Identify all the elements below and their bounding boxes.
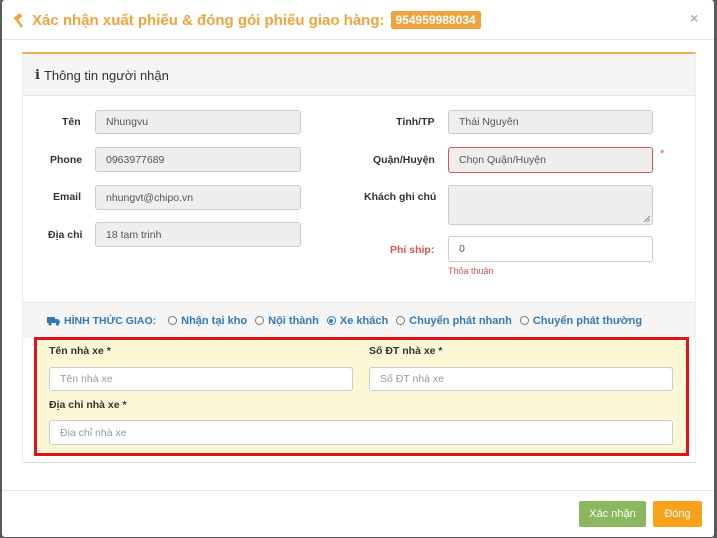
shipping-method-row: HÌNH THỨC GIAO: Nhận tại kho Nội thành X… xyxy=(23,302,695,338)
radio-pickup-warehouse[interactable]: Nhận tại kho xyxy=(168,315,247,327)
province-select[interactable]: Thái Nguyên xyxy=(448,110,653,134)
carrier-phone-input[interactable]: Số ĐT nhà xe xyxy=(369,367,673,391)
address-field[interactable]: 18 tam trinh xyxy=(95,222,301,247)
hammer-icon xyxy=(13,13,24,28)
customer-note-label: Khách ghi chú xyxy=(364,191,437,203)
modal-title-wrap: Xác nhận xuất phiếu & đóng gói phiếu gia… xyxy=(12,11,481,29)
confirm-shipment-modal: Xác nhận xuất phiếu & đóng gói phiếu gia… xyxy=(2,0,714,537)
customer-note-textarea[interactable] xyxy=(448,185,653,225)
email-field[interactable]: nhungvt@chipo.vn xyxy=(95,185,301,210)
district-select-value: Chọn Quận/Huyện xyxy=(459,154,546,166)
panel-title-text: Thông tin người nhận xyxy=(43,68,169,83)
carrier-address-input[interactable]: Địa chỉ nhà xe xyxy=(49,420,673,445)
radio-standard[interactable]: Chuyển phát thường xyxy=(519,314,643,327)
order-code-badge: 954959988034 xyxy=(390,11,481,29)
address-field-value: 18 tam trinh xyxy=(106,228,162,241)
modal-header: Xác nhận xuất phiếu & đóng gói phiếu gia… xyxy=(2,0,714,40)
modal-footer: Xác nhận Đóng xyxy=(2,490,714,538)
radio-label: Chuyển phát nhanh xyxy=(409,314,512,327)
province-select-value: Thái Nguyên xyxy=(459,116,519,128)
coach-carrier-box: Tên nhà xe * Tên nhà xe Số ĐT nhà xe * S… xyxy=(34,337,689,456)
name-field[interactable]: Nhungvu xyxy=(95,110,301,134)
panel-title: i Thông tin người nhận xyxy=(35,68,169,83)
ship-fee-help: Thỏa thuận xyxy=(448,266,494,276)
radio-label: Nhận tại kho xyxy=(181,314,248,327)
address-label: Địa chỉ xyxy=(48,229,83,241)
panel-heading: i Thông tin người nhận xyxy=(23,54,695,96)
email-field-value: nhungvt@chipo.vn xyxy=(106,191,194,204)
radio-button[interactable] xyxy=(396,316,406,325)
radio-label: Chuyển phát thường xyxy=(532,314,643,327)
radio-express[interactable]: Chuyển phát nhanh xyxy=(396,315,512,327)
carrier-phone-placeholder: Số ĐT nhà xe xyxy=(380,373,445,385)
radio-button[interactable] xyxy=(519,316,529,325)
close-icon[interactable]: × xyxy=(690,10,698,26)
carrier-phone-label: Số ĐT nhà xe * xyxy=(369,345,443,357)
truck-icon xyxy=(47,316,60,326)
name-label: Tên xyxy=(62,116,81,128)
radio-inner-city[interactable]: Nội thành xyxy=(255,315,319,327)
email-label: Email xyxy=(53,191,82,203)
carrier-address-placeholder: Địa chỉ nhà xe xyxy=(60,426,127,439)
district-label: Quận/Huyện xyxy=(373,154,435,166)
carrier-name-label: Tên nhà xe * xyxy=(49,345,111,357)
shipping-method-label-text: HÌNH THỨC GIAO: xyxy=(64,314,157,327)
recipient-panel: i Thông tin người nhận Tên Nhungvu Phone… xyxy=(22,52,696,463)
ship-fee-value: 0 xyxy=(459,243,465,255)
phone-field[interactable]: 0963977689 xyxy=(95,147,301,172)
radio-button-selected[interactable] xyxy=(326,316,336,325)
radio-button[interactable] xyxy=(255,316,265,325)
province-label: Tỉnh/TP xyxy=(396,116,435,128)
modal-title: Xác nhận xuất phiếu & đóng gói phiếu gia… xyxy=(32,11,385,29)
phone-field-value: 0963977689 xyxy=(106,153,165,166)
district-required-star: * xyxy=(660,148,665,160)
info-icon: i xyxy=(35,68,40,83)
shipping-method-label: HÌNH THỨC GIAO: xyxy=(47,315,156,327)
confirm-button[interactable]: Xác nhận xyxy=(579,501,646,527)
ship-fee-label: Phí ship: xyxy=(390,244,435,256)
district-select[interactable]: Chọn Quận/Huyện xyxy=(448,147,653,173)
phone-label: Phone xyxy=(50,154,83,166)
carrier-name-placeholder: Tên nhà xe xyxy=(60,373,113,385)
radio-label: Nội thành xyxy=(268,314,319,327)
radio-coach[interactable]: Xe khách xyxy=(326,314,389,327)
carrier-address-label: Địa chỉ nhà xe * xyxy=(49,399,127,411)
radio-label: Xe khách xyxy=(339,314,389,327)
name-field-value: Nhungvu xyxy=(106,116,149,128)
resize-grip-icon[interactable] xyxy=(643,215,650,222)
carrier-name-input[interactable]: Tên nhà xe xyxy=(49,367,353,391)
ship-fee-field[interactable]: 0 xyxy=(448,236,653,262)
close-button[interactable]: Đóng xyxy=(653,501,702,527)
radio-button[interactable] xyxy=(168,316,178,325)
